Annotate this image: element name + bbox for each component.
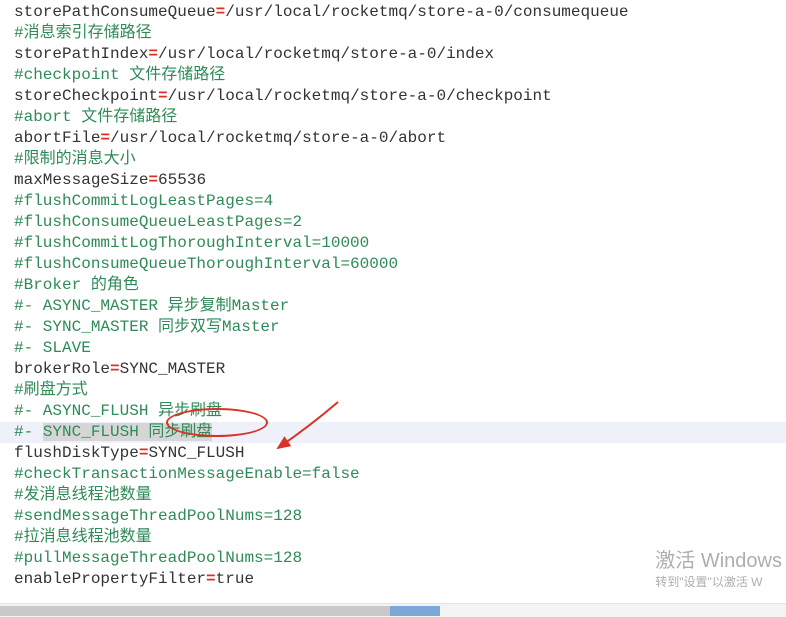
comment-text: #flushConsumeQueueLeastPages=2 bbox=[14, 213, 302, 231]
code-line[interactable]: abortFile=/usr/local/rocketmq/store-a-0/… bbox=[14, 128, 772, 149]
comment-text: #flushCommitLogLeastPages=4 bbox=[14, 192, 273, 210]
comment-text: #sendMessageThreadPoolNums=128 bbox=[14, 507, 302, 525]
code-line[interactable]: #- ASYNC_MASTER 异步复制Master bbox=[14, 296, 772, 317]
code-line[interactable]: maxMessageSize=65536 bbox=[14, 170, 772, 191]
equals-sign: = bbox=[206, 570, 216, 588]
comment-text: #刷盘方式 bbox=[14, 381, 88, 399]
code-line[interactable]: #消息索引存储路径 bbox=[14, 23, 772, 44]
comment-text: #checkTransactionMessageEnable=false bbox=[14, 465, 360, 483]
property-value: true bbox=[216, 570, 254, 588]
watermark-title: 激活 Windows bbox=[655, 551, 782, 572]
comment-text: #checkpoint 文件存储路径 bbox=[14, 66, 225, 84]
equals-sign: = bbox=[100, 129, 110, 147]
code-line[interactable]: #flushConsumeQueueThoroughInterval=60000 bbox=[14, 254, 772, 275]
property-key: storeCheckpoint bbox=[14, 87, 158, 105]
code-line[interactable]: brokerRole=SYNC_MASTER bbox=[14, 359, 772, 380]
code-line[interactable]: #限制的消息大小 bbox=[14, 149, 772, 170]
property-key: storePathConsumeQueue bbox=[14, 3, 216, 21]
code-line[interactable]: #abort 文件存储路径 bbox=[14, 107, 772, 128]
property-value: /usr/local/rocketmq/store-a-0/checkpoint bbox=[168, 87, 552, 105]
comment-text: #拉消息线程池数量 bbox=[14, 528, 152, 546]
property-key: flushDiskType bbox=[14, 444, 139, 462]
code-line[interactable]: #- SYNC_FLUSH 同步刷盘 bbox=[0, 422, 786, 443]
equals-sign: = bbox=[148, 45, 158, 63]
horizontal-scrollbar[interactable] bbox=[0, 603, 786, 617]
code-editor[interactable]: storePathConsumeQueue=/usr/local/rocketm… bbox=[0, 0, 786, 592]
property-key: maxMessageSize bbox=[14, 171, 148, 189]
property-key: brokerRole bbox=[14, 360, 110, 378]
equals-sign: = bbox=[148, 171, 158, 189]
code-line[interactable]: storePathIndex=/usr/local/rocketmq/store… bbox=[14, 44, 772, 65]
code-line[interactable]: storeCheckpoint=/usr/local/rocketmq/stor… bbox=[14, 86, 772, 107]
code-line[interactable]: #checkpoint 文件存储路径 bbox=[14, 65, 772, 86]
code-line[interactable]: #Broker 的角色 bbox=[14, 275, 772, 296]
equals-sign: = bbox=[158, 87, 168, 105]
code-line[interactable]: #sendMessageThreadPoolNums=128 bbox=[14, 506, 772, 527]
property-value: /usr/local/rocketmq/store-a-0/abort bbox=[110, 129, 446, 147]
comment-text: #- SYNC_MASTER 同步双写Master bbox=[14, 318, 280, 336]
property-value: 65536 bbox=[158, 171, 206, 189]
scrollbar-thumb[interactable] bbox=[0, 606, 440, 616]
equals-sign: = bbox=[139, 444, 149, 462]
property-value: /usr/local/rocketmq/store-a-0/consumeque… bbox=[225, 3, 628, 21]
property-key: storePathIndex bbox=[14, 45, 148, 63]
property-key: enablePropertyFilter bbox=[14, 570, 206, 588]
comment-text: #flushConsumeQueueThoroughInterval=60000 bbox=[14, 255, 398, 273]
property-value: SYNC_FLUSH bbox=[148, 444, 244, 462]
comment-text: #- SLAVE bbox=[14, 339, 91, 357]
comment-text: #- ASYNC_FLUSH 异步刷盘 bbox=[14, 402, 222, 420]
selected-text: SYNC_FLUSH 同步刷盘 bbox=[43, 423, 213, 441]
code-line[interactable]: #- SYNC_MASTER 同步双写Master bbox=[14, 317, 772, 338]
comment-text: #消息索引存储路径 bbox=[14, 24, 152, 42]
property-value: /usr/local/rocketmq/store-a-0/index bbox=[158, 45, 494, 63]
code-line[interactable]: #- ASYNC_FLUSH 异步刷盘 bbox=[14, 401, 772, 422]
code-line[interactable]: #flushCommitLogLeastPages=4 bbox=[14, 191, 772, 212]
code-line[interactable]: flushDiskType=SYNC_FLUSH bbox=[14, 443, 772, 464]
comment-text: #pullMessageThreadPoolNums=128 bbox=[14, 549, 302, 567]
equals-sign: = bbox=[110, 360, 120, 378]
comment-text: #发消息线程池数量 bbox=[14, 486, 152, 504]
comment-text: #Broker 的角色 bbox=[14, 276, 139, 294]
comment-text: #abort 文件存储路径 bbox=[14, 108, 177, 126]
property-value: SYNC_MASTER bbox=[120, 360, 226, 378]
comment-text: #限制的消息大小 bbox=[14, 150, 136, 168]
code-line[interactable]: #checkTransactionMessageEnable=false bbox=[14, 464, 772, 485]
code-line[interactable]: #flushCommitLogThoroughInterval=10000 bbox=[14, 233, 772, 254]
code-line[interactable]: #刷盘方式 bbox=[14, 380, 772, 401]
comment-text: #- ASYNC_MASTER 异步复制Master bbox=[14, 297, 289, 315]
code-line[interactable]: storePathConsumeQueue=/usr/local/rocketm… bbox=[14, 2, 772, 23]
windows-activation-watermark: 激活 Windows 转到"设置"以激活 W bbox=[655, 551, 782, 593]
code-line[interactable]: #flushConsumeQueueLeastPages=2 bbox=[14, 212, 772, 233]
property-key: abortFile bbox=[14, 129, 100, 147]
comment-text: #flushCommitLogThoroughInterval=10000 bbox=[14, 234, 369, 252]
equals-sign: = bbox=[216, 3, 226, 21]
watermark-subtitle: 转到"设置"以激活 W bbox=[655, 572, 782, 593]
code-line[interactable]: #发消息线程池数量 bbox=[14, 485, 772, 506]
code-line[interactable]: #- SLAVE bbox=[14, 338, 772, 359]
comment-prefix: #- bbox=[14, 423, 43, 441]
code-line[interactable]: #拉消息线程池数量 bbox=[14, 527, 772, 548]
